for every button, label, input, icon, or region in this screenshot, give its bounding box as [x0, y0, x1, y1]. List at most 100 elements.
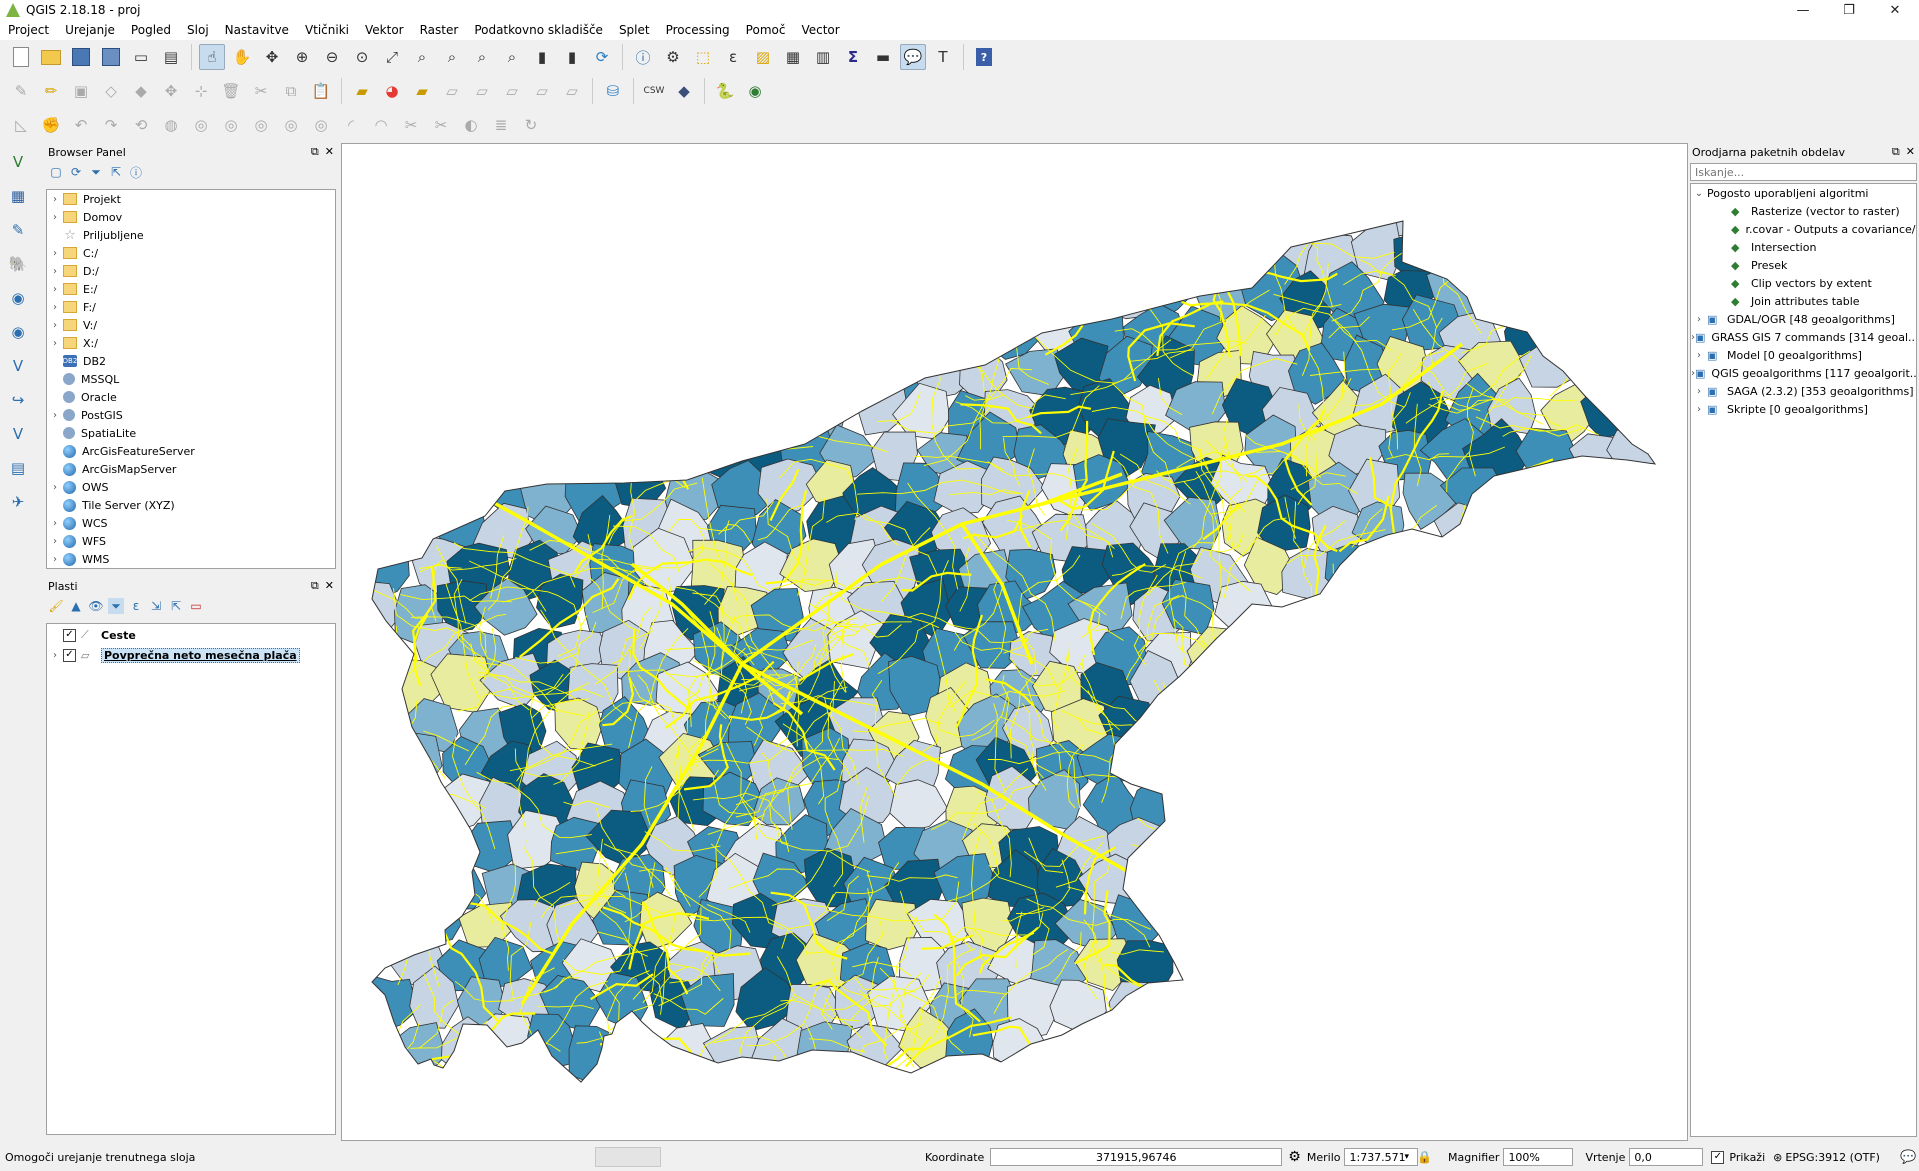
expand-arrow-icon[interactable]: › [47, 284, 63, 295]
rotate-label-icon[interactable]: ▱ [529, 78, 555, 104]
new-project-icon[interactable] [8, 44, 34, 70]
layer-styling-icon[interactable]: 🖌 [48, 598, 64, 614]
toolbox-algorithm-item[interactable]: ◆ r.covar - Outputs a covariance/... [1691, 220, 1916, 238]
toolbox-provider-item[interactable]: › ▣ Skripte [0 geoalgorithms] [1691, 400, 1916, 418]
browser-item[interactable]: ArcGisFeatureServer [47, 442, 335, 460]
add-virtual-layer-icon[interactable]: V [4, 421, 32, 447]
add-delimited-text-icon[interactable]: ↪ [4, 387, 32, 413]
menu-nastavitve[interactable]: Nastavitve [217, 20, 297, 40]
save-project-icon[interactable] [68, 44, 94, 70]
expand-arrow-icon[interactable]: › [47, 518, 63, 529]
new-bookmark-icon[interactable]: ▮ [529, 44, 555, 70]
add-wms-layer-icon[interactable]: ◉ [4, 285, 32, 311]
browser-item[interactable]: ArcGisMapServer [47, 460, 335, 478]
identify-features-icon[interactable]: ⓘ [630, 44, 656, 70]
properties-info-icon[interactable]: ⓘ [128, 164, 144, 180]
delete-selected-icon[interactable]: 🗑 [218, 78, 244, 104]
expand-arrow-icon[interactable]: › [47, 248, 63, 259]
browser-item[interactable]: › C:/ [47, 244, 335, 262]
csw-icon[interactable]: CSW [641, 78, 667, 104]
metasearch-icon[interactable]: ◆ [671, 78, 697, 104]
browser-item[interactable]: › Projekt [47, 190, 335, 208]
zoom-last-icon[interactable]: ⌕ [469, 44, 495, 70]
toolbox-provider-item[interactable]: › ▣ GDAL/OGR [48 geoalgorithms] [1691, 310, 1916, 328]
coordinate-field[interactable]: 371915,96746 [990, 1148, 1283, 1166]
select-features-icon[interactable]: ⬚ [690, 44, 716, 70]
expand-arrow-icon[interactable]: › [47, 482, 63, 493]
collapse-all-icon[interactable]: ⇱ [168, 598, 184, 614]
pan-to-selection-icon[interactable]: ✥ [259, 44, 285, 70]
scale-dropdown-icon[interactable]: ▾ [1404, 1152, 1409, 1162]
browser-item[interactable]: › WMS [47, 550, 335, 568]
layer-visibility-checkbox[interactable]: ✓ [63, 628, 76, 642]
zoom-to-selection-icon[interactable]: ⌕ [409, 44, 435, 70]
fill-ring-icon[interactable]: ◎ [248, 112, 274, 138]
remove-layer-icon[interactable]: ▭ [188, 598, 204, 614]
layer-item[interactable]: › ✓ ▱ Povprečna neto mesečna plača [47, 646, 335, 664]
toolbox-algorithm-item[interactable]: ◆ Clip vectors by extent [1691, 274, 1916, 292]
rotation-field[interactable]: 0,0 [1629, 1148, 1704, 1166]
save-edits-icon[interactable]: ▣ [68, 78, 94, 104]
expand-arrow-icon[interactable]: › [1691, 350, 1707, 361]
undo-icon[interactable]: ↶ [68, 112, 94, 138]
rotate-feature-icon[interactable]: ⟲ [128, 112, 154, 138]
close-panel-icon[interactable]: ✕ [325, 145, 334, 159]
add-selected-layers-icon[interactable]: ▢ [48, 164, 64, 180]
toggle-editing-icon[interactable]: ✏ [38, 78, 64, 104]
paste-features-icon[interactable]: 📋 [308, 78, 334, 104]
menu-pogled[interactable]: Pogled [123, 20, 179, 40]
close-panel-icon[interactable]: ✕ [1906, 145, 1915, 159]
pin-labels-icon[interactable]: ▱ [439, 78, 465, 104]
deselect-all-icon[interactable]: ▨ [750, 44, 776, 70]
menu-vector[interactable]: Vector [793, 20, 847, 40]
float-panel-icon[interactable]: ⧉ [311, 145, 319, 159]
print-composer-icon[interactable]: ▭ [128, 44, 154, 70]
browser-item[interactable]: Oracle [47, 388, 335, 406]
expand-arrow-icon[interactable]: › [47, 410, 63, 421]
map-tips-icon[interactable]: 💬 [900, 44, 926, 70]
pan-map-icon[interactable]: ✋ [229, 44, 255, 70]
menu-podatkovno-skladisce[interactable]: Podatkovno skladišče [466, 20, 611, 40]
move-label-icon[interactable]: ▱ [499, 78, 525, 104]
open-project-icon[interactable] [38, 44, 64, 70]
browser-item[interactable]: › WFS [47, 532, 335, 550]
filter-legend-icon[interactable]: ⏷ [108, 598, 124, 614]
split-features-icon[interactable]: ✂ [398, 112, 424, 138]
expand-arrow-icon[interactable]: › [47, 650, 63, 661]
add-feature-icon[interactable]: ◇ [98, 78, 124, 104]
browser-item[interactable]: ☆ Priljubljene [47, 226, 335, 244]
manage-visibility-icon[interactable]: 👁 [88, 598, 104, 614]
browser-item[interactable]: › WCS [47, 514, 335, 532]
render-checkbox[interactable]: ✓ [1711, 1150, 1725, 1164]
new-shapefile-icon[interactable]: ▤ [4, 455, 32, 481]
merge-features-icon[interactable]: ◐ [458, 112, 484, 138]
map-canvas[interactable] [341, 143, 1688, 1141]
toolbox-algorithm-item[interactable]: ◆ Join attributes table [1691, 292, 1916, 310]
minimize-button[interactable]: — [1780, 0, 1826, 20]
expand-arrow-icon[interactable]: › [47, 194, 63, 205]
close-window-button[interactable]: ✕ [1872, 0, 1918, 20]
add-vector-layer-icon[interactable]: V [4, 149, 32, 175]
menu-project[interactable]: Project [0, 20, 57, 40]
select-by-expression-icon[interactable]: ε [720, 44, 746, 70]
lock-scale-icon[interactable]: 🔒 [1417, 1150, 1432, 1164]
zoom-native-icon[interactable]: ⊙ [349, 44, 375, 70]
browser-item[interactable]: › D:/ [47, 262, 335, 280]
browser-item[interactable]: MSSQL [47, 370, 335, 388]
statistical-summary-icon[interactable]: ▥ [810, 44, 836, 70]
browser-item[interactable]: › E:/ [47, 280, 335, 298]
add-postgis-layer-icon[interactable]: 🐘 [4, 251, 32, 277]
browser-item[interactable]: Tile Server (XYZ) [47, 496, 335, 514]
browser-item[interactable]: › PostGIS [47, 406, 335, 424]
pan-touch-icon[interactable]: ☝ [199, 44, 225, 70]
expand-arrow-icon[interactable]: › [47, 338, 63, 349]
messages-icon[interactable]: 💬 [1900, 1150, 1916, 1165]
node-edit-icon[interactable]: ⊹ [188, 78, 214, 104]
current-edits-icon[interactable]: ✎ [8, 78, 34, 104]
split-parts-icon[interactable]: ✂ [428, 112, 454, 138]
expand-arrow-icon[interactable]: › [47, 266, 63, 277]
expand-arrow-icon[interactable]: › [1691, 314, 1707, 325]
db-manager-icon[interactable]: ⛁ [600, 78, 626, 104]
refresh-icon[interactable]: ⟳ [589, 44, 615, 70]
add-spatialite-layer-icon[interactable]: ✎ [4, 217, 32, 243]
